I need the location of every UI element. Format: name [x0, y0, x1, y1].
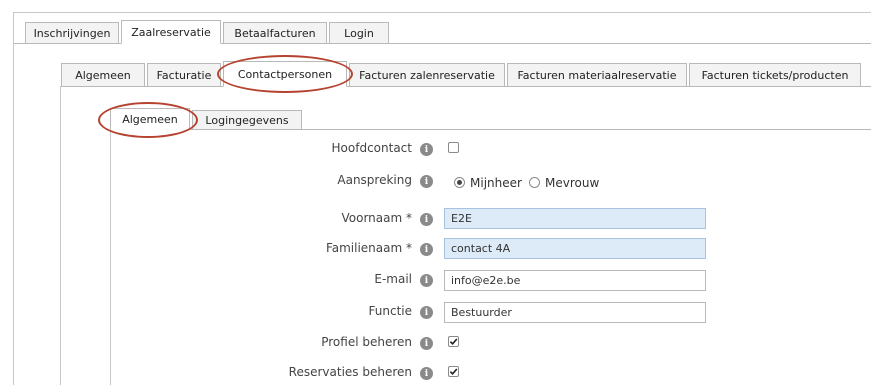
info-icon[interactable]: i — [420, 243, 433, 256]
info-icon[interactable]: i — [420, 143, 433, 156]
subtab-algemeen[interactable]: Algemeen — [61, 63, 145, 87]
radio-selected-dot — [457, 180, 462, 185]
familienaam-input[interactable] — [444, 238, 706, 259]
reservaties-beheren-checkbox[interactable] — [448, 366, 459, 377]
aanspreking-label: Aanspreking — [337, 173, 412, 187]
checkmark-icon — [449, 338, 458, 346]
subsubtab-logingegevens[interactable]: Logingegevens — [192, 110, 302, 130]
reservaties-beheren-label: Reservaties beheren — [288, 365, 412, 379]
subtab-facturatie[interactable]: Facturatie — [147, 63, 221, 87]
email-input[interactable] — [444, 270, 706, 291]
subsubtab-algemeen[interactable]: Algemeen — [110, 108, 190, 130]
functie-label: Functie — [368, 304, 412, 318]
subtab-facturen-materiaalreservatie[interactable]: Facturen materiaalreservatie — [507, 63, 687, 87]
subtab-facturen-zalenreservatie[interactable]: Facturen zalenreservatie — [349, 63, 505, 87]
tab-login[interactable]: Login — [329, 22, 389, 44]
hoofdcontact-label: Hoofdcontact — [331, 141, 412, 155]
radio-mevrouw-label: Mevrouw — [545, 176, 600, 190]
hoofdcontact-checkbox[interactable] — [448, 142, 459, 153]
checkmark-icon — [449, 368, 458, 376]
info-icon[interactable]: i — [420, 175, 433, 188]
subtab-facturen-tickets-producten[interactable]: Facturen tickets/producten — [689, 63, 861, 87]
third-panel-left-border — [110, 129, 111, 385]
voornaam-label: Voornaam * — [341, 211, 413, 225]
info-icon[interactable]: i — [420, 337, 433, 350]
radio-mevrouw[interactable] — [529, 177, 540, 188]
radio-mijnheer[interactable] — [454, 177, 465, 188]
info-icon[interactable]: i — [420, 367, 433, 380]
familienaam-label: Familienaam * — [325, 241, 412, 255]
functie-input[interactable] — [444, 302, 706, 323]
tab-zaalreservatie[interactable]: Zaalreservatie — [121, 20, 221, 44]
radio-mijnheer-label: Mijnheer — [470, 176, 522, 190]
email-label: E-mail — [374, 272, 412, 286]
tab-betaalfacturen[interactable]: Betaalfacturen — [223, 22, 327, 44]
info-icon[interactable]: i — [420, 213, 433, 226]
second-panel-left-border — [60, 86, 61, 385]
profiel-beheren-label: Profiel beheren — [321, 335, 412, 349]
profiel-beheren-checkbox[interactable] — [448, 336, 459, 347]
voornaam-input[interactable] — [444, 208, 706, 229]
subtab-contactpersonen[interactable]: Contactpersonen — [223, 61, 347, 87]
info-icon[interactable]: i — [420, 274, 433, 287]
info-icon[interactable]: i — [420, 306, 433, 319]
tab-inschrijvingen[interactable]: Inschrijvingen — [25, 22, 119, 44]
